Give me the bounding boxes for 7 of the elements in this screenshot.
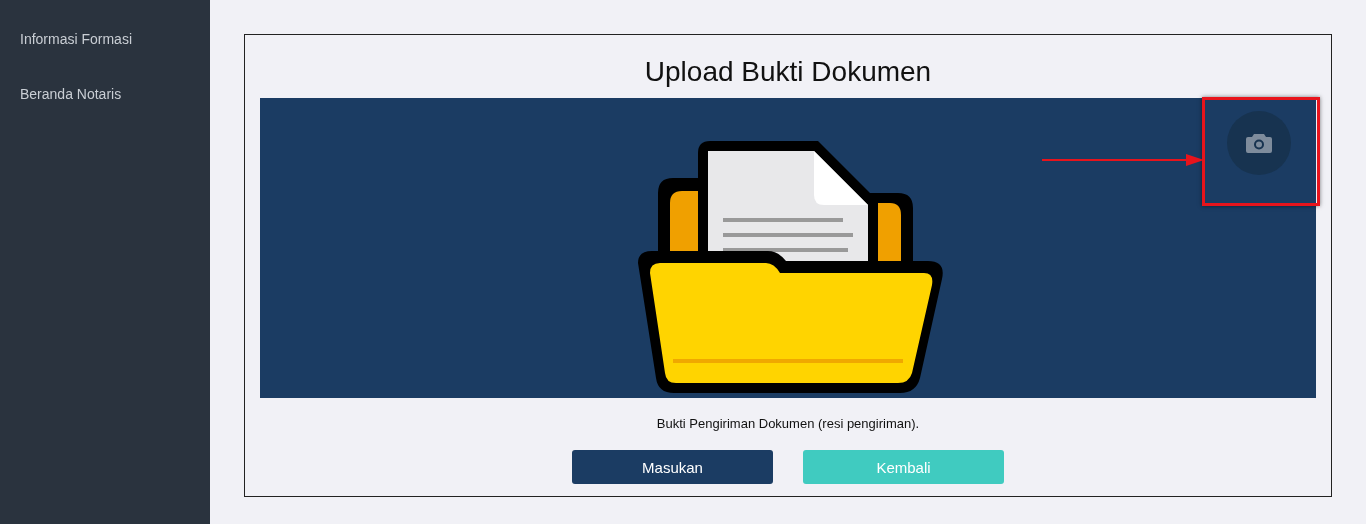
arrow-icon — [1042, 154, 1204, 166]
submit-button[interactable]: Masukan — [572, 450, 773, 484]
sidebar-item[interactable]: Beranda Notaris — [0, 85, 210, 103]
card-title: Upload Bukti Dokumen — [644, 55, 932, 89]
caption-text: Bukti Pengiriman Dokumen (resi pengiriman). — [656, 416, 920, 431]
sidebar-item[interactable]: Informasi Formasi — [0, 30, 210, 48]
camera-icon — [1245, 132, 1273, 154]
